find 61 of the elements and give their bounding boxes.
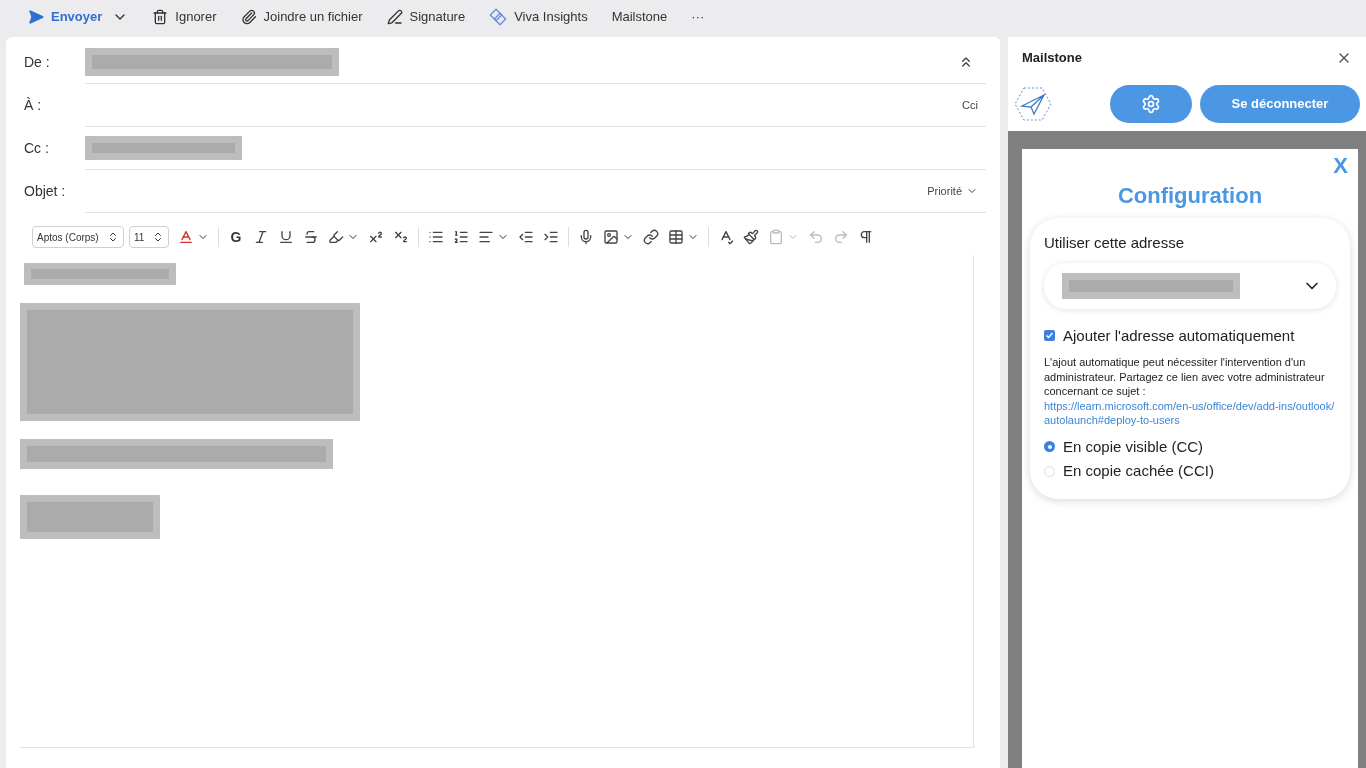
- command-button[interactable]: Envoyer: [28, 7, 103, 27]
- bold-button[interactable]: G: [228, 226, 244, 248]
- header-field[interactable]: De :: [24, 41, 986, 84]
- stepper-icon: [152, 231, 164, 243]
- paragraph-icon[interactable]: [858, 229, 874, 245]
- command-button[interactable]: Mailstone: [611, 7, 668, 27]
- field-label: Cc :: [24, 139, 50, 158]
- command-button[interactable]: Joindre un fichier: [240, 7, 363, 27]
- image-icon[interactable]: [603, 229, 619, 245]
- subscript-icon[interactable]: [393, 229, 409, 245]
- command-button[interactable]: Viva Insights: [489, 7, 588, 27]
- microphone-icon[interactable]: [578, 229, 594, 245]
- field-label: À :: [24, 96, 43, 115]
- font-select[interactable]: Aptos (Corps): [32, 226, 124, 248]
- indent-decrease-icon[interactable]: [518, 229, 534, 245]
- radio-label: En copie visible (CC): [1063, 436, 1204, 457]
- command-button[interactable]: ···: [691, 7, 705, 27]
- settings-icon: [1141, 94, 1161, 114]
- radio-button[interactable]: [1044, 441, 1055, 453]
- italic-icon[interactable]: [253, 229, 269, 245]
- radio-label: En copie cachée (CCI): [1063, 461, 1214, 481]
- logo-icon: [1014, 86, 1052, 122]
- strikethrough-icon[interactable]: [303, 229, 319, 245]
- superscript-icon[interactable]: [368, 229, 384, 245]
- bulleted-list-icon[interactable]: [428, 229, 444, 245]
- field-label: Objet :: [24, 182, 67, 201]
- pen-icon: [386, 9, 403, 25]
- command-button[interactable]: Signature: [386, 7, 466, 27]
- dialog-title: Configuration: [1116, 182, 1264, 210]
- spellcheck-icon[interactable]: [718, 229, 734, 245]
- numbered-list-icon[interactable]: [453, 229, 469, 245]
- info-text: L'ajout automatique peut nécessiter l'intervention d'un administrateur. Partagez ce lien avec votre administrateur concernant ce sujet :: [1044, 355, 1326, 399]
- highlighter-icon[interactable]: [328, 229, 344, 245]
- font-color-icon[interactable]: [178, 229, 194, 245]
- trash-icon: [152, 9, 169, 25]
- field-action-button[interactable]: Priorité: [927, 182, 978, 200]
- stepper-icon: [107, 231, 119, 243]
- address-label: Utiliser cette adresse: [1044, 233, 1186, 253]
- link-icon[interactable]: [643, 229, 659, 245]
- pane-title: Mailstone: [1022, 49, 1082, 68]
- header-field[interactable]: Objet : Priorité: [24, 170, 986, 213]
- size-select[interactable]: 11: [129, 226, 169, 248]
- radio-button[interactable]: [1044, 465, 1055, 477]
- field-action-button[interactable]: Cci: [962, 96, 978, 114]
- paperclip-icon: [240, 9, 257, 25]
- field-label: De :: [24, 53, 51, 72]
- checkbox[interactable]: [1044, 330, 1055, 342]
- settings-button[interactable]: [1110, 85, 1192, 123]
- indent-increase-icon[interactable]: [543, 229, 559, 245]
- header-field[interactable]: À : Cci: [24, 84, 986, 127]
- docs-link[interactable]: https://learn.microsoft.com/en-us/office/dev/add-ins/outlook/autolaunch#deploy-to-users: [1044, 398, 1336, 428]
- paintbrush-icon[interactable]: [743, 229, 759, 245]
- align-icon[interactable]: [478, 229, 494, 245]
- diamond-icon: [489, 8, 508, 26]
- underline-icon[interactable]: [278, 229, 294, 245]
- checkbox-label: Ajouter l'adresse automatiquement: [1063, 325, 1295, 346]
- header-field[interactable]: Cc :: [24, 127, 986, 170]
- clipboard-icon[interactable]: [768, 229, 784, 245]
- command-button[interactable]: Ignorer: [152, 7, 217, 27]
- table-icon[interactable]: [668, 229, 684, 245]
- send-icon: [28, 9, 44, 25]
